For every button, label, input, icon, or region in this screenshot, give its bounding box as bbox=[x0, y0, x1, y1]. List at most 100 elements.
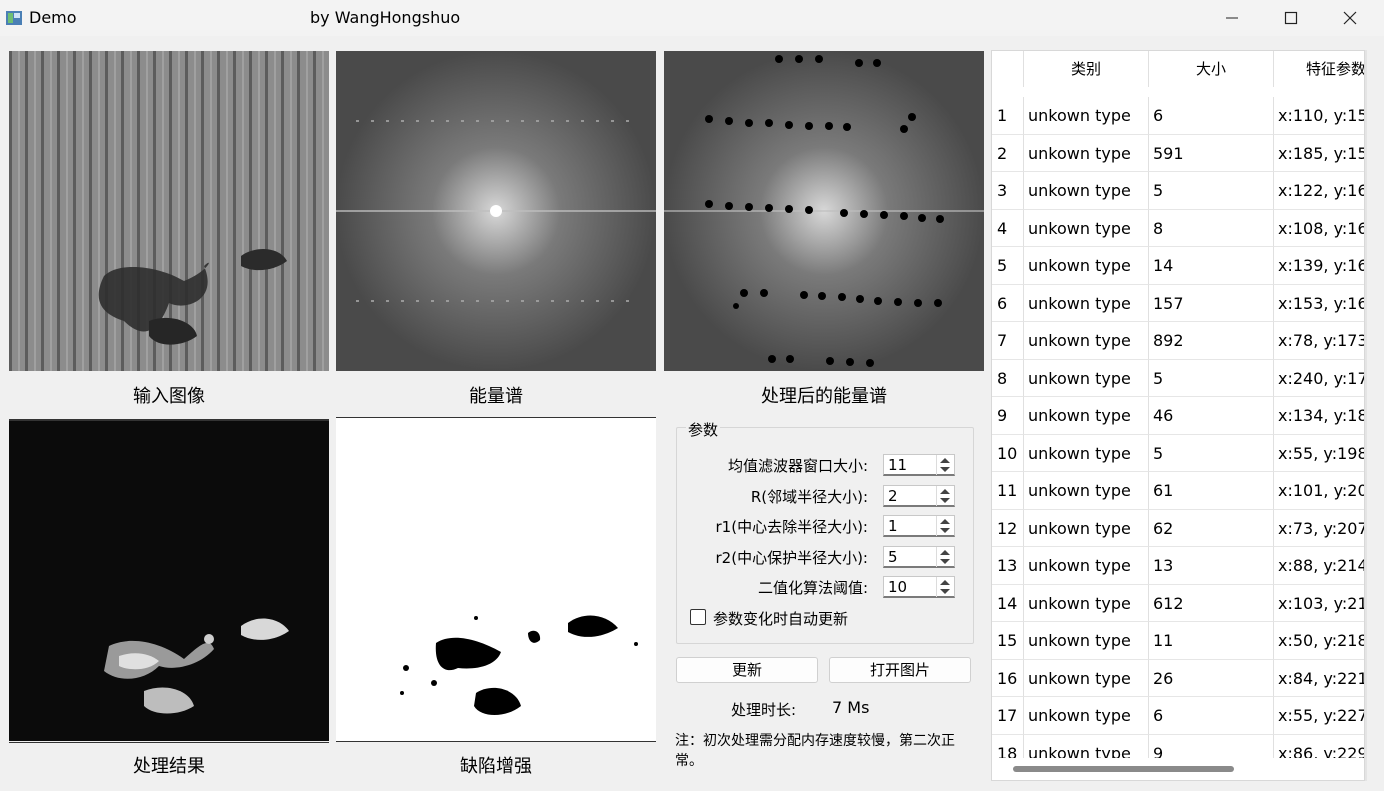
table-row[interactable]: 13 unkown type 13 x:88, y:214, bbox=[992, 547, 1364, 585]
table-row[interactable]: 7 unkown type 892 x:78, y:173, bbox=[992, 322, 1364, 360]
results-table[interactable]: 类别 大小 特征参数 1unkown type6x:110, y:1562unk… bbox=[991, 50, 1365, 781]
table-row[interactable]: 16 unkown type 26 x:84, y:221, bbox=[992, 659, 1364, 697]
feature-cell[interactable]: x:101, y:200 bbox=[1274, 472, 1364, 510]
category-cell[interactable]: unkown type bbox=[1024, 97, 1149, 135]
feature-cell[interactable]: x:84, y:221, bbox=[1274, 660, 1364, 697]
size-cell[interactable]: 14 bbox=[1149, 247, 1274, 285]
size-cell[interactable]: 5 bbox=[1149, 359, 1274, 397]
row-number: 12 bbox=[992, 509, 1024, 547]
center-remove-radius-spinbox[interactable]: 1 bbox=[883, 515, 955, 537]
size-cell[interactable]: 6 bbox=[1149, 697, 1274, 735]
table-row[interactable]: 3unkown type5x:122, y:162 bbox=[992, 172, 1364, 210]
size-cell[interactable]: 62 bbox=[1149, 509, 1274, 547]
category-cell[interactable]: unkown type bbox=[1024, 284, 1149, 322]
table-row[interactable]: 17 unkown type 6 x:55, y:227, bbox=[992, 697, 1364, 735]
binarize-threshold-label: 二值化算法阈值: bbox=[757, 579, 868, 597]
category-cell[interactable]: unkown type bbox=[1024, 622, 1149, 660]
feature-cell[interactable]: x:122, y:162 bbox=[1274, 172, 1364, 210]
size-cell[interactable]: 6 bbox=[1149, 97, 1274, 135]
feature-cell[interactable]: x:134, y:185 bbox=[1274, 397, 1364, 435]
feature-cell[interactable]: x:55, y:227, bbox=[1274, 697, 1364, 735]
spin-up-icon[interactable] bbox=[940, 519, 950, 524]
feature-cell[interactable]: x:139, y:167 bbox=[1274, 247, 1364, 285]
table-row[interactable]: 9unkown type46x:134, y:185 bbox=[992, 397, 1364, 435]
feature-cell[interactable]: x:110, y:156 bbox=[1274, 97, 1364, 135]
size-cell[interactable]: 8 bbox=[1149, 209, 1274, 247]
table-row[interactable]: 8unkown type5x:240, y:177 bbox=[992, 359, 1364, 397]
size-cell[interactable]: 13 bbox=[1149, 547, 1274, 585]
horizontal-scrollbar[interactable] bbox=[992, 758, 1364, 780]
neighborhood-radius-spinbox[interactable]: 2 bbox=[883, 485, 955, 507]
category-cell[interactable]: unkown type bbox=[1024, 247, 1149, 285]
table-row[interactable]: 12 unkown type 62 x:73, y:207, bbox=[992, 509, 1364, 547]
feature-cell[interactable]: x:108, y:166 bbox=[1274, 210, 1364, 247]
category-cell[interactable]: unkown type bbox=[1024, 209, 1149, 247]
table-body: 1unkown type6x:110, y:1562unkown type591… bbox=[992, 97, 1364, 772]
table-row[interactable]: 6unkown type157x:153, y:167 bbox=[992, 284, 1364, 322]
category-cell[interactable]: unkown type bbox=[1024, 659, 1149, 697]
spin-up-icon[interactable] bbox=[940, 458, 950, 463]
update-button[interactable]: 更新 bbox=[676, 657, 818, 683]
table-row[interactable]: 5unkown type14x:139, y:167 bbox=[992, 247, 1364, 285]
center-protect-radius-spinbox[interactable]: 5 bbox=[883, 546, 955, 568]
feature-cell[interactable]: x:103, y:214 bbox=[1274, 585, 1364, 622]
feature-cell[interactable]: x:240, y:177 bbox=[1274, 360, 1364, 397]
size-cell[interactable]: 591 bbox=[1149, 134, 1274, 172]
spin-up-icon[interactable] bbox=[940, 550, 950, 555]
category-cell[interactable]: unkown type bbox=[1024, 697, 1149, 735]
minimize-button[interactable] bbox=[1203, 0, 1261, 36]
spin-down-icon[interactable] bbox=[940, 498, 950, 503]
window-size-spinbox[interactable]: 11 bbox=[883, 454, 955, 476]
category-cell[interactable]: unkown type bbox=[1024, 172, 1149, 210]
header-category[interactable]: 类别 bbox=[1024, 51, 1149, 87]
spin-up-icon[interactable] bbox=[940, 580, 950, 585]
feature-cell[interactable]: x:153, y:167 bbox=[1274, 285, 1364, 322]
category-cell[interactable]: unkown type bbox=[1024, 509, 1149, 547]
feature-cell[interactable]: x:73, y:207, bbox=[1274, 510, 1364, 547]
close-button[interactable] bbox=[1321, 0, 1379, 36]
table-row[interactable]: 11unkown type61x:101, y:200 bbox=[992, 472, 1364, 510]
feature-cell[interactable]: x:88, y:214, bbox=[1274, 547, 1364, 585]
size-cell[interactable]: 61 bbox=[1149, 472, 1274, 510]
header-features[interactable]: 特征参数 bbox=[1274, 51, 1364, 87]
size-cell[interactable]: 5 bbox=[1149, 172, 1274, 210]
spin-down-icon[interactable] bbox=[940, 528, 950, 533]
maximize-button[interactable] bbox=[1262, 0, 1320, 36]
category-cell[interactable]: unkown type bbox=[1024, 472, 1149, 510]
category-cell[interactable]: unkown type bbox=[1024, 134, 1149, 172]
size-cell[interactable]: 612 bbox=[1149, 584, 1274, 622]
scrollbar-thumb[interactable] bbox=[1013, 766, 1234, 772]
category-cell[interactable]: unkown type bbox=[1024, 397, 1149, 435]
binarize-threshold-spinbox[interactable]: 10 bbox=[883, 576, 955, 598]
table-right-edge bbox=[1365, 50, 1367, 781]
header-size[interactable]: 大小 bbox=[1149, 51, 1274, 87]
row-number: 6 bbox=[992, 284, 1024, 322]
spin-up-icon[interactable] bbox=[940, 489, 950, 494]
table-row[interactable]: 14unkown type612x:103, y:214 bbox=[992, 584, 1364, 622]
spin-down-icon[interactable] bbox=[940, 589, 950, 594]
size-cell[interactable]: 11 bbox=[1149, 622, 1274, 660]
table-row[interactable]: 10 unkown type 5 x:55, y:198, bbox=[992, 434, 1364, 472]
table-row[interactable]: 1unkown type6x:110, y:156 bbox=[992, 97, 1364, 135]
size-cell[interactable]: 892 bbox=[1149, 322, 1274, 360]
size-cell[interactable]: 5 bbox=[1149, 434, 1274, 472]
category-cell[interactable]: unkown type bbox=[1024, 547, 1149, 585]
table-row[interactable]: 2unkown type591x:185, y:157 bbox=[992, 134, 1364, 172]
size-cell[interactable]: 26 bbox=[1149, 659, 1274, 697]
feature-cell[interactable]: x:55, y:198, bbox=[1274, 435, 1364, 472]
table-row[interactable]: 4unkown type8x:108, y:166 bbox=[992, 209, 1364, 247]
category-cell[interactable]: unkown type bbox=[1024, 322, 1149, 360]
category-cell[interactable]: unkown type bbox=[1024, 359, 1149, 397]
category-cell[interactable]: unkown type bbox=[1024, 584, 1149, 622]
size-cell[interactable]: 46 bbox=[1149, 397, 1274, 435]
category-cell[interactable]: unkown type bbox=[1024, 434, 1149, 472]
feature-cell[interactable]: x:78, y:173, bbox=[1274, 322, 1364, 360]
table-row[interactable]: 15 unkown type 11 x:50, y:218, bbox=[992, 622, 1364, 660]
feature-cell[interactable]: x:185, y:157 bbox=[1274, 135, 1364, 172]
feature-cell[interactable]: x:50, y:218, bbox=[1274, 622, 1364, 660]
spin-down-icon[interactable] bbox=[940, 559, 950, 564]
auto-update-checkbox[interactable] bbox=[690, 609, 706, 625]
size-cell[interactable]: 157 bbox=[1149, 284, 1274, 322]
spin-down-icon[interactable] bbox=[940, 467, 950, 472]
open-image-button[interactable]: 打开图片 bbox=[829, 657, 971, 683]
